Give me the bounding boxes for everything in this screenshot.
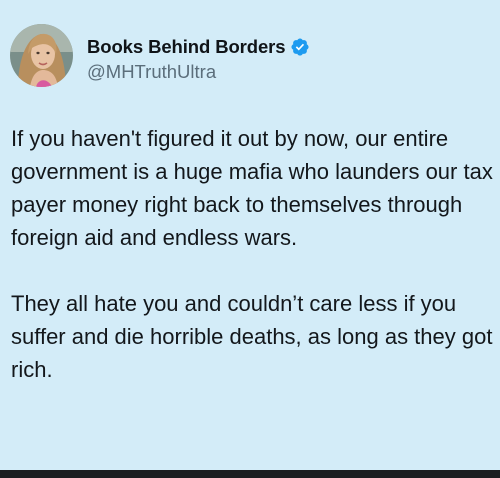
tweet-card: Books Behind Borders @MHTruthUltra If yo… <box>0 0 500 470</box>
bottom-edge-bar <box>0 470 500 478</box>
name-row: Books Behind Borders <box>87 36 310 58</box>
tweet-header: Books Behind Borders @MHTruthUltra <box>10 24 310 87</box>
avatar-photo-icon <box>10 24 73 87</box>
author-handle[interactable]: @MHTruthUltra <box>87 61 310 83</box>
tweet-paragraph: They all hate you and couldn’t care less… <box>11 291 493 382</box>
tweet-text: If you haven't figured it out by now, ou… <box>11 122 493 386</box>
author-display-name[interactable]: Books Behind Borders <box>87 36 286 58</box>
author-info: Books Behind Borders @MHTruthUltra <box>87 24 310 83</box>
avatar[interactable] <box>10 24 73 87</box>
verified-badge-icon <box>290 37 310 57</box>
tweet-paragraph: If you haven't figured it out by now, ou… <box>11 126 493 250</box>
